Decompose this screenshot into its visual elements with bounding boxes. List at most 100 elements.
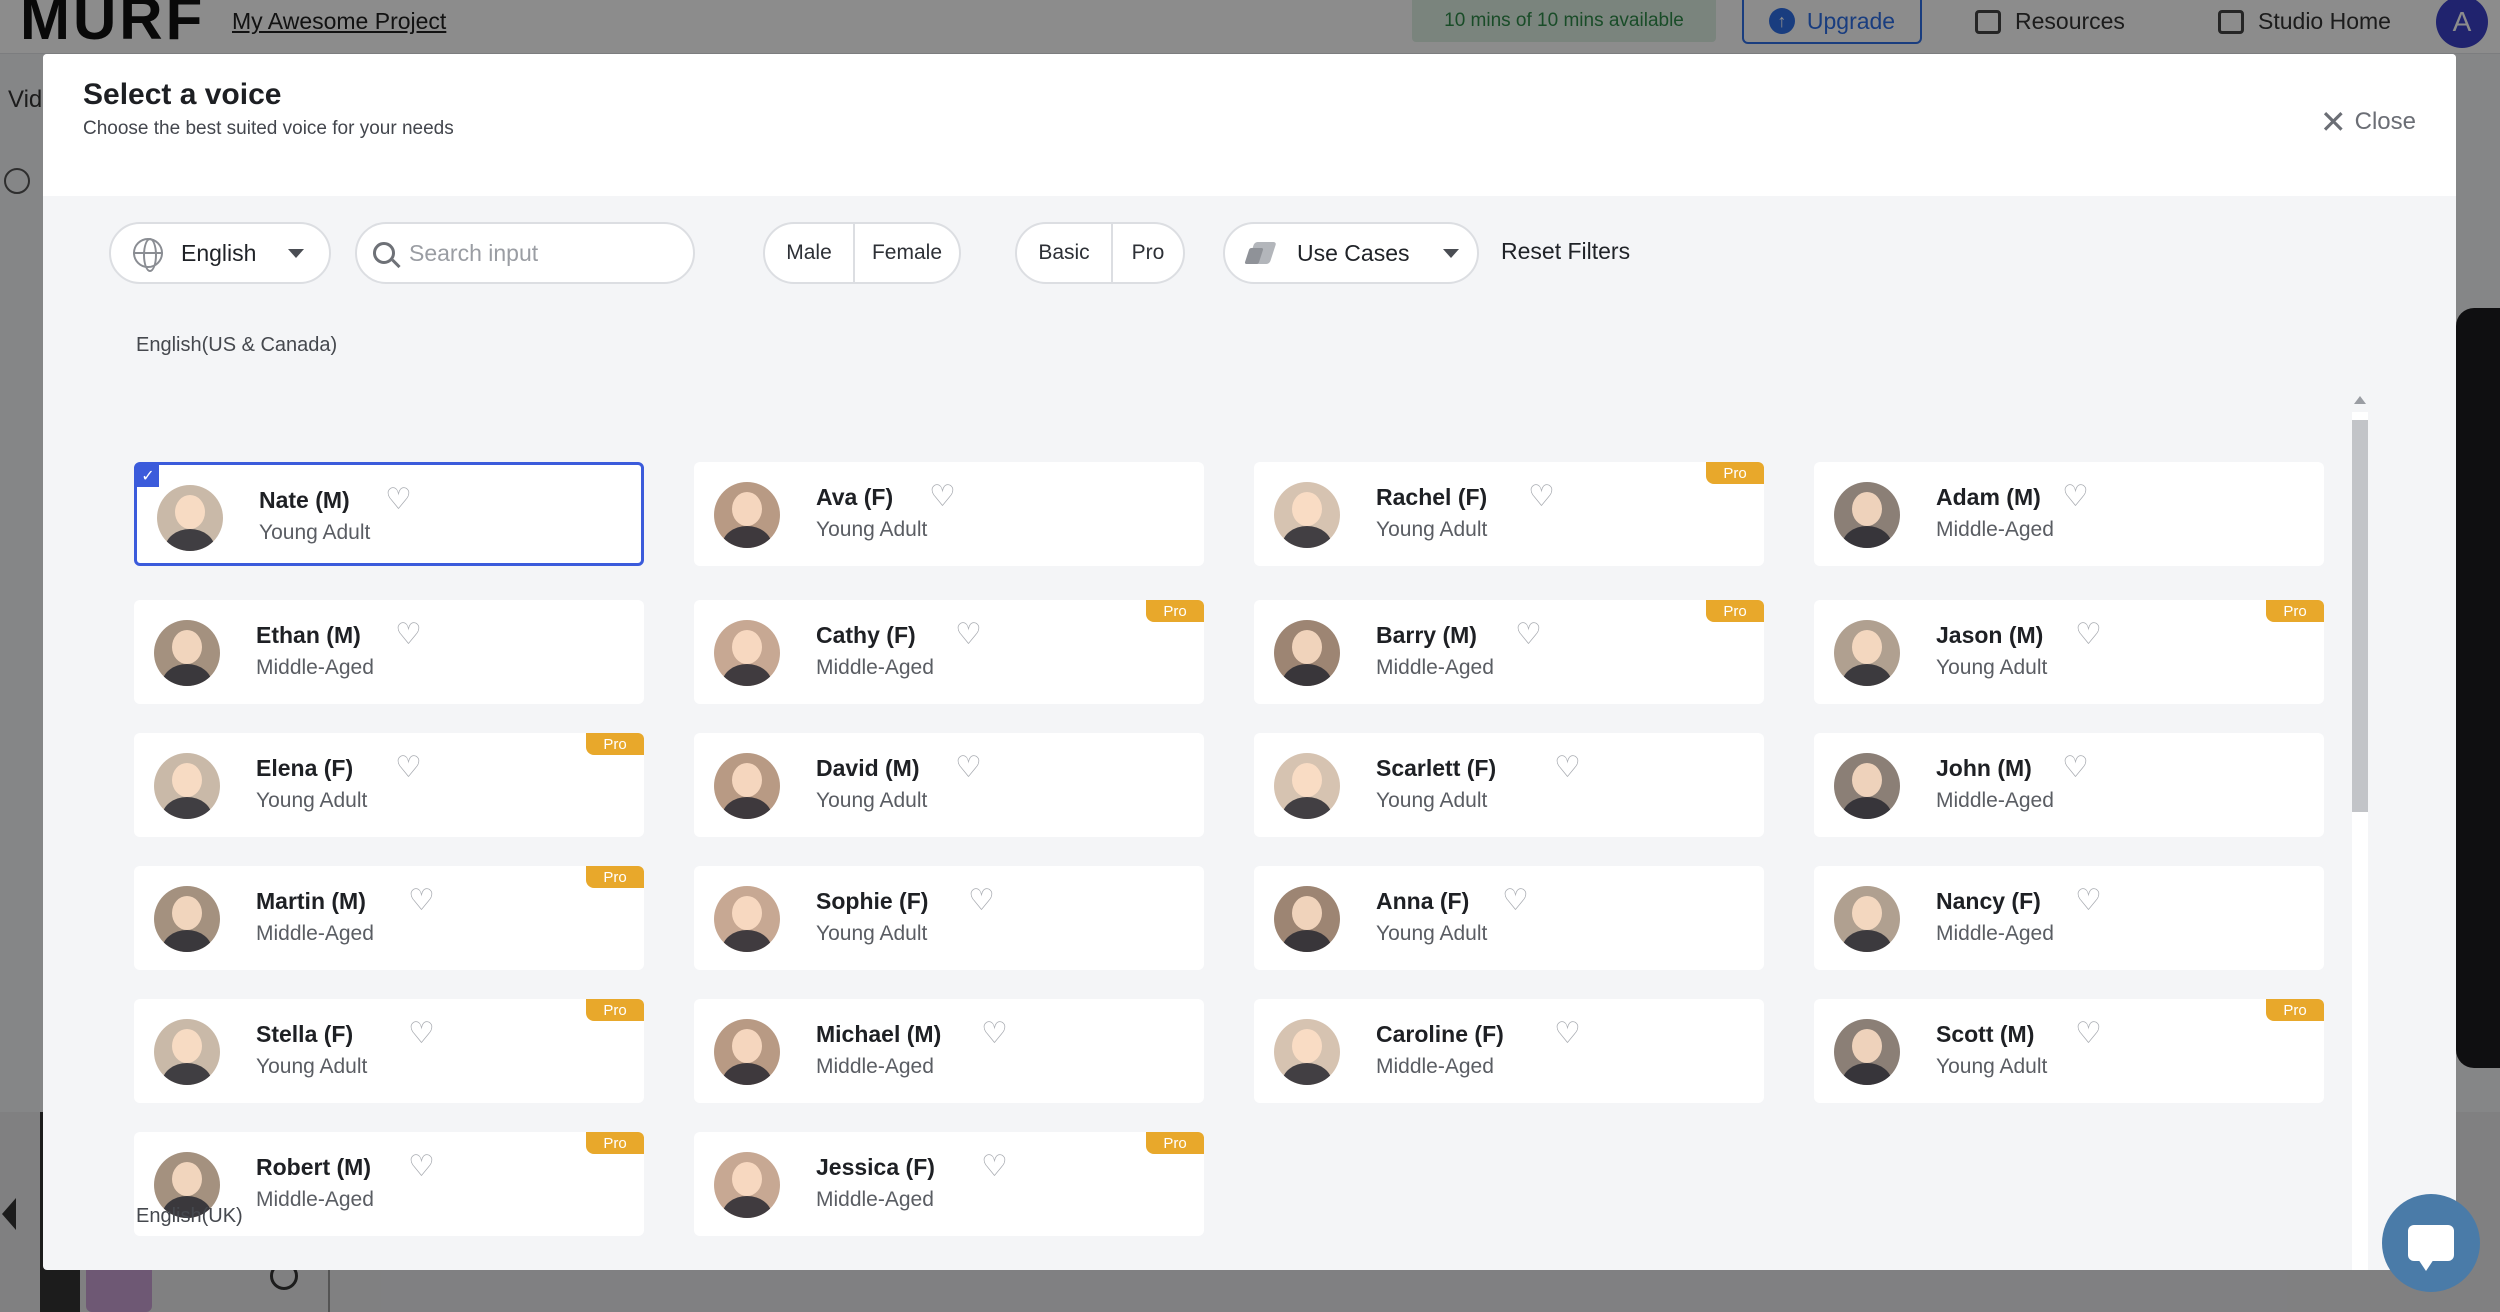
voice-name: Scarlett (F): [1376, 755, 1497, 781]
favorite-heart-icon[interactable]: ♡: [385, 485, 412, 515]
voice-card[interactable]: David (M) Young Adult ♡: [694, 733, 1204, 837]
scroll-thumb[interactable]: [2352, 420, 2368, 812]
favorite-heart-icon[interactable]: ♡: [408, 886, 435, 916]
voice-card[interactable]: Barry (M) Middle-Aged ♡ Pro: [1254, 600, 1764, 704]
voice-avatar: [1274, 620, 1340, 686]
language-dropdown[interactable]: English: [109, 222, 331, 284]
scroll-up-arrow-icon[interactable]: [2354, 396, 2366, 404]
favorite-heart-icon[interactable]: ♡: [1528, 482, 1555, 512]
search-box[interactable]: [355, 222, 695, 284]
filter-bar: English Male Female Basic Pro Use Cases …: [109, 222, 1709, 284]
favorite-heart-icon[interactable]: ♡: [408, 1019, 435, 1049]
voice-avatar: [154, 886, 220, 952]
pro-badge: Pro: [586, 733, 644, 755]
voice-card[interactable]: Michael (M) Middle-Aged ♡: [694, 999, 1204, 1103]
voice-age: Young Adult: [816, 922, 928, 945]
voice-avatar: [1274, 753, 1340, 819]
pro-badge: Pro: [586, 1132, 644, 1154]
globe-icon: [133, 238, 163, 272]
favorite-heart-icon[interactable]: ♡: [1554, 1019, 1581, 1049]
voice-avatar: [1274, 1019, 1340, 1085]
favorite-heart-icon[interactable]: ♡: [955, 620, 982, 650]
favorite-heart-icon[interactable]: ♡: [2075, 1019, 2102, 1049]
voice-age: Middle-Aged: [1376, 1055, 1494, 1078]
voice-card[interactable]: Jessica (F) Middle-Aged ♡ Pro: [694, 1132, 1204, 1236]
voice-card[interactable]: ✓ Nate (M) Young Adult ♡: [134, 462, 644, 566]
voice-name: Martin (M): [256, 888, 366, 914]
close-icon: ✕: [2319, 104, 2347, 140]
voice-name: Scott (M): [1936, 1021, 2035, 1047]
close-button[interactable]: ✕ Close: [2320, 106, 2416, 138]
voice-avatar: [714, 482, 780, 548]
voice-card[interactable]: Sophie (F) Young Adult ♡: [694, 866, 1204, 970]
favorite-heart-icon[interactable]: ♡: [2075, 886, 2102, 916]
favorite-heart-icon[interactable]: ♡: [1554, 753, 1581, 783]
voice-avatar: [1834, 482, 1900, 548]
chat-support-button[interactable]: [2382, 1194, 2480, 1292]
tier-basic-button[interactable]: Basic: [1017, 224, 1111, 282]
voice-card[interactable]: Nancy (F) Middle-Aged ♡: [1814, 866, 2324, 970]
voice-avatar: [714, 1152, 780, 1218]
voice-card[interactable]: Ethan (M) Middle-Aged ♡: [134, 600, 644, 704]
voice-card[interactable]: Caroline (F) Middle-Aged ♡: [1254, 999, 1764, 1103]
voice-avatar: [154, 1019, 220, 1085]
favorite-heart-icon[interactable]: ♡: [408, 1152, 435, 1182]
voice-name: Barry (M): [1376, 622, 1477, 648]
voice-card[interactable]: Cathy (F) Middle-Aged ♡ Pro: [694, 600, 1204, 704]
voice-name: Rachel (F): [1376, 484, 1488, 510]
voice-age: Young Adult: [816, 789, 928, 812]
voice-card[interactable]: Adam (M) Middle-Aged ♡: [1814, 462, 2324, 566]
modal-header: Select a voice Choose the best suited vo…: [43, 54, 2456, 196]
use-cases-dropdown[interactable]: Use Cases: [1223, 222, 1479, 284]
favorite-heart-icon[interactable]: ♡: [2062, 753, 2089, 783]
voice-age: Young Adult: [259, 521, 371, 544]
search-input[interactable]: [409, 239, 669, 267]
favorite-heart-icon[interactable]: ♡: [929, 482, 956, 512]
voice-age: Young Adult: [1936, 656, 2048, 679]
chevron-down-icon: [288, 248, 305, 258]
favorite-heart-icon[interactable]: ♡: [955, 753, 982, 783]
favorite-heart-icon[interactable]: ♡: [395, 753, 422, 783]
voice-card[interactable]: Ava (F) Young Adult ♡: [694, 462, 1204, 566]
voice-age: Young Adult: [1376, 518, 1488, 541]
voice-card[interactable]: Scarlett (F) Young Adult ♡: [1254, 733, 1764, 837]
voice-card[interactable]: Scott (M) Young Adult ♡ Pro: [1814, 999, 2324, 1103]
voice-name: Jason (M): [1936, 622, 2044, 648]
use-cases-label: Use Cases: [1297, 239, 1410, 266]
section-label-uk: English(UK): [136, 1205, 243, 1227]
modal-title: Select a voice: [83, 78, 282, 111]
voice-name: Nate (M): [259, 487, 350, 513]
favorite-heart-icon[interactable]: ♡: [1502, 886, 1529, 916]
favorite-heart-icon[interactable]: ♡: [981, 1019, 1008, 1049]
tier-filter: Basic Pro: [1015, 222, 1185, 284]
voice-card[interactable]: John (M) Middle-Aged ♡: [1814, 733, 2324, 837]
voice-card[interactable]: Anna (F) Young Adult ♡: [1254, 866, 1764, 970]
pro-badge: Pro: [1706, 462, 1764, 484]
favorite-heart-icon[interactable]: ♡: [981, 1152, 1008, 1182]
close-label: Close: [2354, 108, 2416, 135]
voice-avatar: [714, 753, 780, 819]
voice-age: Middle-Aged: [816, 656, 934, 679]
voice-age: Middle-Aged: [816, 1188, 934, 1211]
gender-female-button[interactable]: Female: [853, 224, 959, 282]
voice-card[interactable]: Elena (F) Young Adult ♡ Pro: [134, 733, 644, 837]
favorite-heart-icon[interactable]: ♡: [968, 886, 995, 916]
reset-filters-button[interactable]: Reset Filters: [1501, 238, 1630, 265]
voice-age: Middle-Aged: [1936, 789, 2054, 812]
favorite-heart-icon[interactable]: ♡: [2062, 482, 2089, 512]
voice-card[interactable]: Rachel (F) Young Adult ♡ Pro: [1254, 462, 1764, 566]
pro-badge: Pro: [586, 999, 644, 1021]
voice-name: Stella (F): [256, 1021, 354, 1047]
tier-pro-button[interactable]: Pro: [1111, 224, 1183, 282]
voice-card[interactable]: Jason (M) Young Adult ♡ Pro: [1814, 600, 2324, 704]
voice-avatar: [1834, 753, 1900, 819]
voice-avatar: [1274, 886, 1340, 952]
favorite-heart-icon[interactable]: ♡: [1515, 620, 1542, 650]
voice-list-scrollbar[interactable]: [2348, 396, 2372, 1270]
voice-card[interactable]: Martin (M) Middle-Aged ♡ Pro: [134, 866, 644, 970]
voice-card[interactable]: Stella (F) Young Adult ♡ Pro: [134, 999, 644, 1103]
gender-male-button[interactable]: Male: [765, 224, 853, 282]
pro-badge: Pro: [1146, 1132, 1204, 1154]
favorite-heart-icon[interactable]: ♡: [2075, 620, 2102, 650]
favorite-heart-icon[interactable]: ♡: [395, 620, 422, 650]
